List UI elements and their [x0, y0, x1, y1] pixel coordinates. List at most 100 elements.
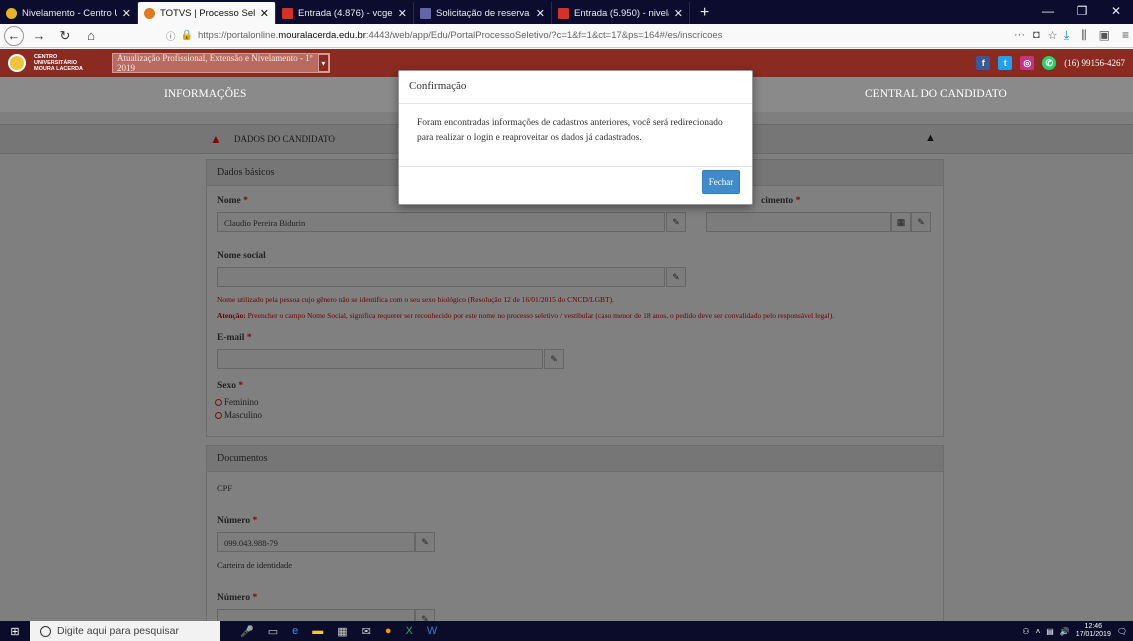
identidade-field[interactable] — [217, 609, 415, 621]
browser-tab[interactable]: Nivelamento - Centro Universi ✕ — [0, 2, 138, 24]
calendar-icon[interactable]: ▦ — [891, 212, 911, 232]
browser-tab-bar: Nivelamento - Centro Universi ✕ TOTVS | … — [0, 0, 1133, 24]
identidade-numero-label: Número * — [217, 593, 258, 603]
phone-number: (16) 99156-4267 — [1064, 58, 1125, 68]
university-logo-icon — [8, 54, 26, 72]
nascimento-field[interactable] — [706, 212, 891, 232]
microphone-icon[interactable]: 🎤 — [240, 625, 254, 638]
windows-start-icon[interactable]: ⊞ — [0, 621, 30, 641]
logo-text: CENTRO UNIVERSITÁRIO MOURA LACERDA — [34, 54, 83, 72]
tab-title: Entrada (4.876) - vcgelfuso@ — [298, 7, 393, 19]
favicon-icon — [6, 7, 17, 19]
bookmark-star-icon[interactable]: ☆ — [1048, 29, 1058, 42]
eraser-icon[interactable]: ✎ — [415, 609, 435, 621]
system-clock[interactable]: 12:46 17/01/2019 — [1076, 623, 1111, 639]
modal-title: Confirmação — [399, 71, 752, 104]
chevron-down-icon[interactable]: ▾ — [317, 54, 329, 72]
radio-feminino[interactable]: Feminino — [215, 397, 259, 407]
taskbar-search[interactable]: Digite aqui para pesquisar — [30, 621, 220, 641]
new-tab-button[interactable]: + — [690, 2, 719, 24]
excel-icon[interactable]: X — [406, 625, 413, 637]
browser-tab[interactable]: Entrada (4.876) - vcgelfuso@ ✕ — [276, 2, 414, 24]
nome-social-warning: Atenção: Preencher o campo Nome Social, … — [217, 311, 835, 320]
edge-icon[interactable]: e — [292, 625, 298, 637]
email-label: E-mail * — [217, 333, 252, 343]
lock-icon: 🔒 — [180, 30, 193, 41]
menu-informacoes[interactable]: INFORMAÇÕES — [164, 88, 246, 100]
nome-social-field[interactable] — [217, 267, 665, 287]
instagram-icon[interactable]: ◎ — [1020, 56, 1035, 70]
mail-icon[interactable]: ✉ — [362, 625, 371, 638]
word-icon[interactable]: W — [427, 625, 437, 637]
forward-arrow-icon[interactable]: → — [28, 26, 50, 46]
nome-social-note: Nome utilizado pela pessoa cujo gênero n… — [217, 295, 614, 304]
eraser-icon[interactable]: ✎ — [415, 532, 435, 552]
close-icon[interactable]: ✕ — [122, 7, 131, 20]
modal-body: Foram encontradas informações de cadastr… — [399, 104, 752, 167]
clock-date: 17/01/2019 — [1075, 631, 1111, 638]
back-arrow-icon[interactable]: ← — [4, 25, 24, 46]
menu-icon[interactable]: ≡ — [1122, 28, 1129, 43]
nome-social-label: Nome social — [217, 251, 266, 261]
browser-tab[interactable]: Entrada (5.950) - nivelamento ✕ — [552, 2, 690, 24]
info-icon[interactable]: ⓘ — [166, 29, 176, 43]
cortana-icon — [40, 625, 51, 637]
menu-central-do-candidato[interactable]: CENTRAL DO CANDIDATO — [865, 88, 1007, 100]
teams-icon — [420, 7, 431, 19]
close-icon[interactable]: ✕ — [398, 7, 407, 20]
eraser-icon[interactable]: ✎ — [544, 349, 564, 369]
tab-title: Solicitação de reserva de instal — [436, 7, 531, 19]
chevron-up-icon[interactable]: ▲ — [925, 132, 936, 144]
sexo-label: Sexo * — [217, 381, 244, 391]
close-icon[interactable]: ✕ — [260, 7, 269, 20]
tab-title: Nivelamento - Centro Universi — [22, 7, 117, 19]
close-icon[interactable]: ✕ — [674, 7, 683, 20]
course-select[interactable]: Atualização Profissional, Extensão e Niv… — [112, 53, 330, 73]
radio-icon — [215, 398, 222, 406]
sidebar-icon[interactable]: ▣ — [1099, 28, 1110, 43]
close-window-icon[interactable]: ✕ — [1099, 0, 1133, 22]
browser-tab[interactable]: Solicitação de reserva de instal ✕ — [414, 2, 552, 24]
pocket-icon[interactable]: ◘ — [1033, 29, 1040, 42]
tab-title: Entrada (5.950) - nivelamento — [574, 7, 669, 19]
cpf-field[interactable]: 099.043.988-79 — [217, 532, 415, 552]
email-field[interactable] — [217, 349, 543, 369]
close-icon[interactable]: ✕ — [536, 7, 545, 20]
nome-field[interactable]: Claudio Pereira Bidurin — [217, 212, 665, 232]
eraser-icon[interactable]: ✎ — [911, 212, 931, 232]
close-modal-button[interactable]: Fechar — [702, 170, 740, 194]
radio-icon — [215, 411, 222, 419]
eraser-icon[interactable]: ✎ — [666, 267, 686, 287]
search-placeholder: Digite aqui para pesquisar — [57, 625, 179, 637]
download-icon[interactable]: ⤓ — [1064, 28, 1069, 43]
reload-icon[interactable]: ↻ — [54, 26, 76, 46]
eraser-icon[interactable]: ✎ — [666, 212, 686, 232]
whatsapp-icon[interactable]: ✆ — [1042, 56, 1057, 70]
nascimento-label: cimento * — [761, 196, 801, 206]
window-controls: — ❐ ✕ — [1031, 0, 1133, 22]
tab-title: TOTVS | Processo Seletivo — [160, 7, 255, 19]
browser-tab-active[interactable]: TOTVS | Processo Seletivo ✕ — [138, 2, 276, 24]
radio-masculino[interactable]: Masculino — [215, 410, 262, 420]
task-view-icon[interactable]: ▭ — [268, 625, 278, 638]
chevron-up-icon[interactable]: ˄ — [1036, 627, 1041, 636]
people-icon[interactable]: ⚇ — [1022, 627, 1029, 636]
page-actions-icon[interactable]: ··· — [1014, 29, 1025, 42]
minimize-icon[interactable]: — — [1031, 0, 1065, 22]
store-icon[interactable]: ▦ — [337, 625, 347, 638]
navigation-bar: ← → ↻ ⌂ ⓘ 🔒 https://portalonline.mourala… — [0, 24, 1133, 48]
firefox-icon[interactable]: ● — [385, 625, 392, 637]
twitter-icon[interactable]: t — [998, 56, 1013, 70]
home-icon[interactable]: ⌂ — [80, 26, 102, 46]
gmail-icon — [558, 7, 569, 19]
file-explorer-icon[interactable]: ▬ — [312, 625, 323, 637]
notification-icon[interactable]: 🗨 — [1117, 627, 1127, 636]
library-icon[interactable]: ⫼ — [1081, 28, 1087, 43]
maximize-icon[interactable]: ❐ — [1065, 0, 1099, 22]
facebook-icon[interactable]: f — [976, 56, 991, 70]
url-text: https://portalonline.mouralacerda.edu.br… — [197, 30, 723, 41]
volume-icon[interactable]: 🔊 — [1060, 627, 1070, 636]
url-bar[interactable]: ⓘ 🔒 https://portalonline.mouralacerda.ed… — [166, 26, 996, 46]
confirmation-modal: Confirmação Foram encontradas informaçõe… — [398, 70, 753, 205]
network-icon[interactable]: ▤ — [1046, 627, 1054, 636]
